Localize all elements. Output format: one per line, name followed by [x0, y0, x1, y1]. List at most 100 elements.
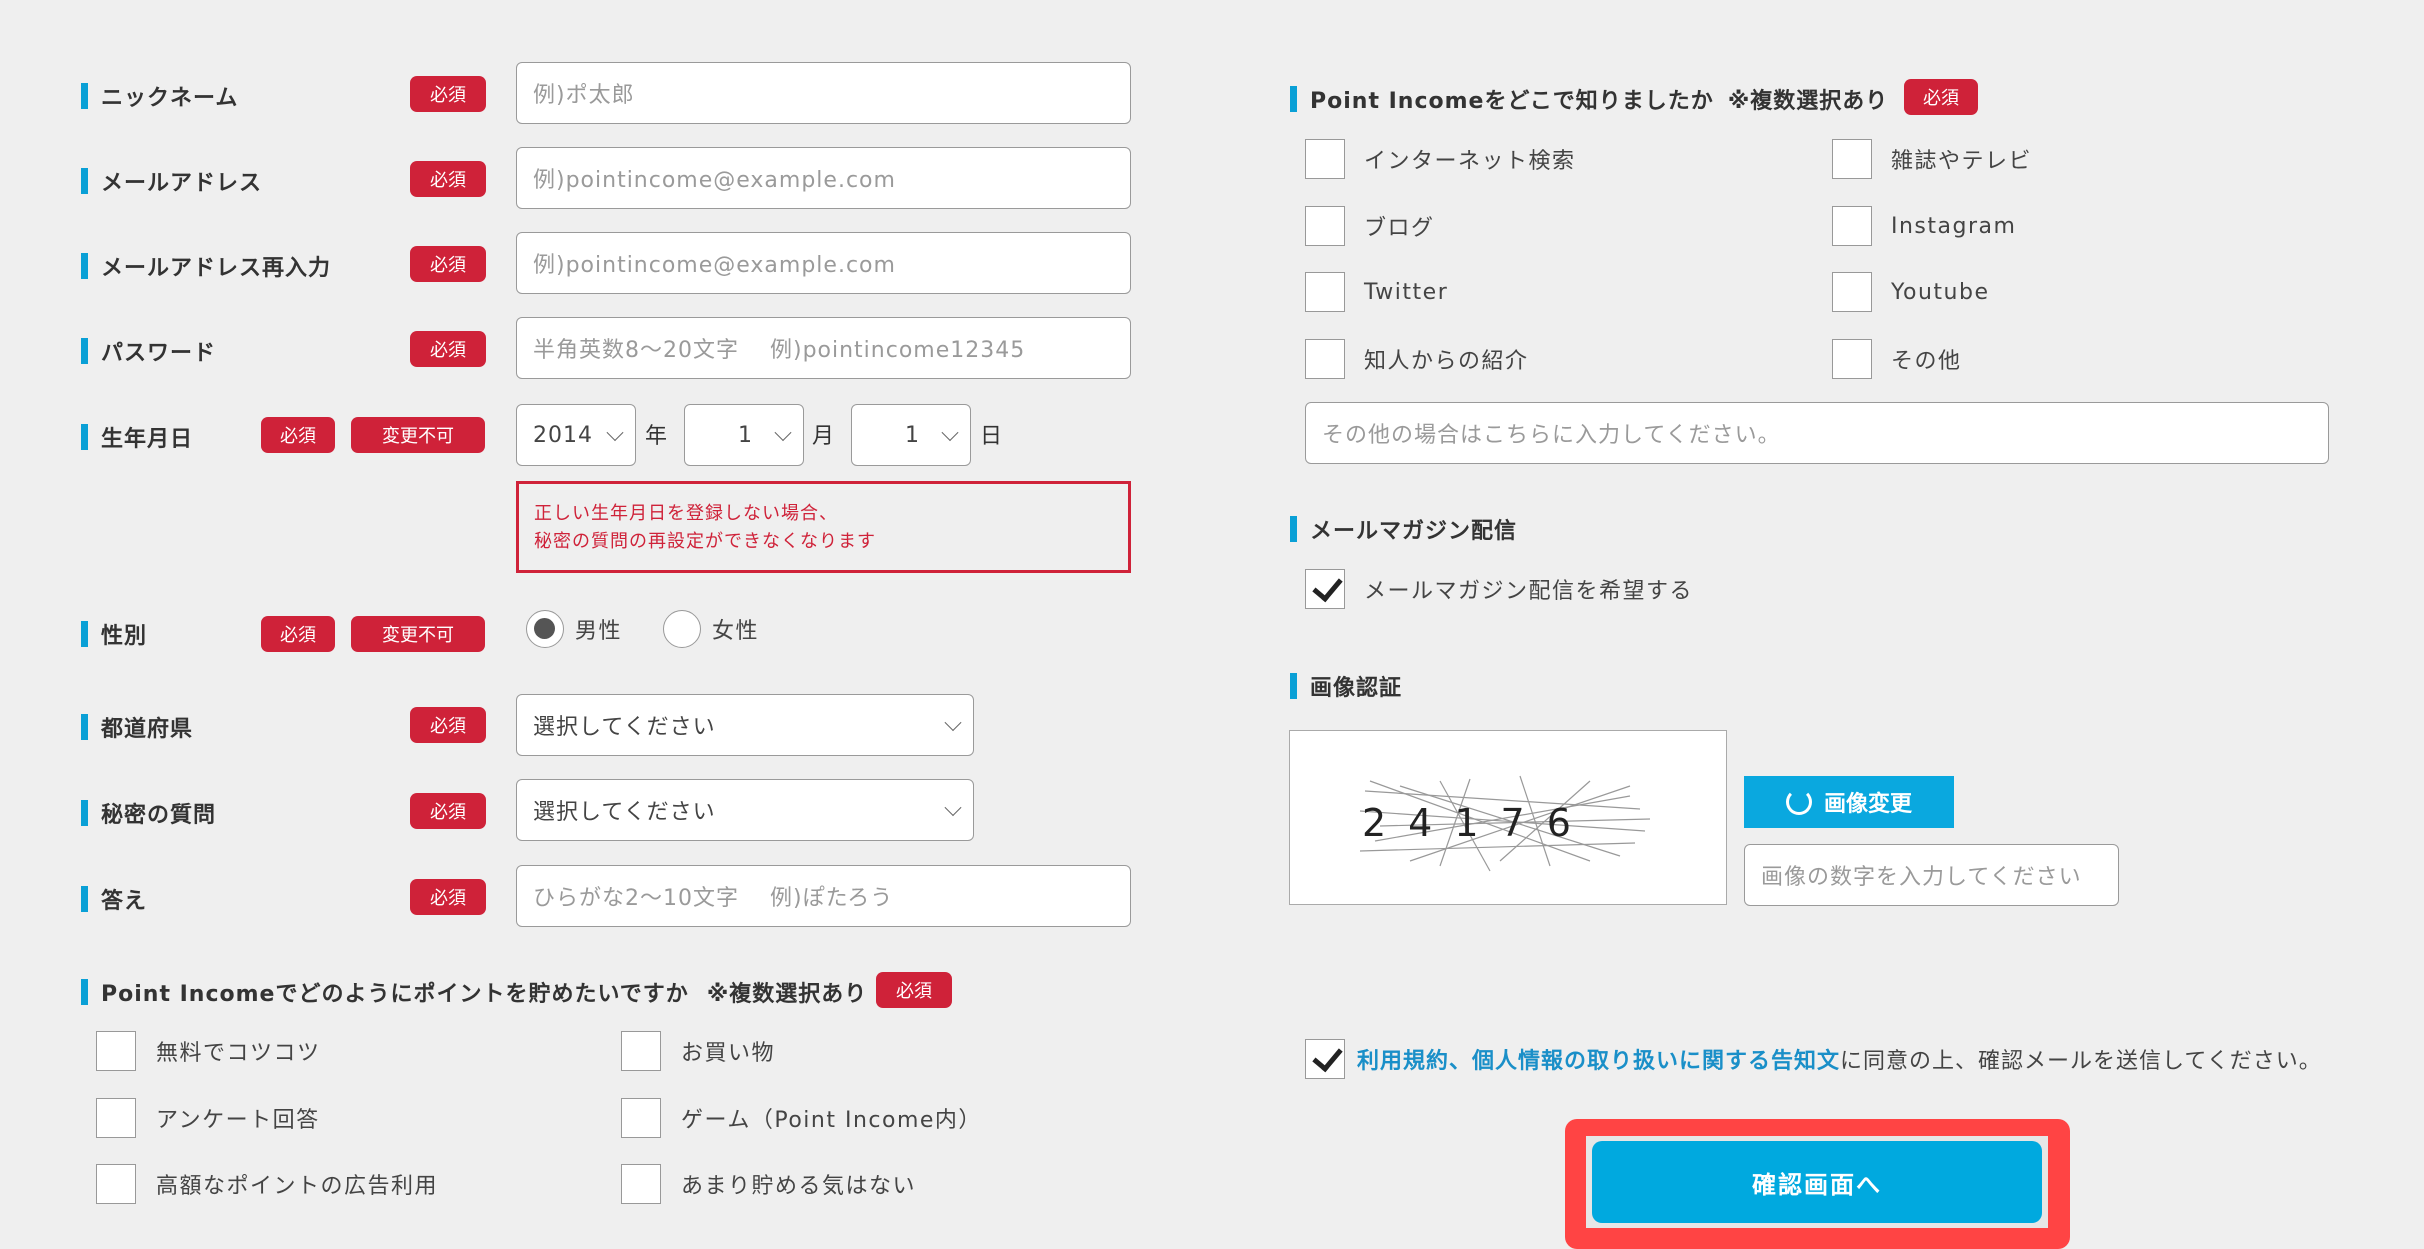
savings-option: ゲーム（Point Income内） — [681, 1108, 982, 1133]
source-option: 雑誌やテレビ — [1891, 149, 2033, 174]
source-option: ブログ — [1364, 216, 1435, 241]
source-checkbox[interactable] — [1832, 272, 1872, 312]
required-badge: 必須 — [261, 417, 335, 453]
submit-button[interactable]: 確認画面へ — [1592, 1141, 2042, 1223]
savings-label: Point Incomeでどのようにポイントを貯めたいですか ※複数選択あり — [81, 976, 867, 1008]
gender-female-label: 女性 — [712, 619, 760, 644]
birth-day-select[interactable]: 1 — [851, 404, 971, 466]
required-badge: 必須 — [410, 793, 486, 829]
label-bar — [81, 621, 88, 647]
secret-question-label: 秘密の質問 — [81, 797, 216, 829]
savings-checkbox[interactable] — [621, 1031, 661, 1071]
required-badge: 必須 — [410, 161, 486, 197]
terms-text: 利用規約、個人情報の取り扱いに関する告知文 に同意の上、確認メールを送信してくださ… — [1357, 1039, 2322, 1079]
newsletter-checkbox[interactable] — [1305, 569, 1345, 609]
label-bar — [81, 800, 88, 826]
email-input[interactable]: 例)pointincome@example.com — [516, 147, 1131, 209]
label-text: 答え — [101, 889, 148, 914]
required-badge: 必須 — [1904, 79, 1978, 115]
captcha-input[interactable]: 画像の数字を入力してください — [1744, 844, 2119, 906]
prefecture-value: 選択してください — [533, 715, 716, 740]
birth-year-select[interactable]: 2014 — [516, 404, 636, 466]
label-bar — [1290, 516, 1297, 542]
source-checkbox[interactable] — [1305, 272, 1345, 312]
required-badge: 必須 — [410, 331, 486, 367]
newsletter-option: メールマガジン配信を希望する — [1364, 579, 1694, 604]
terms-suffix: に同意の上、確認メールを送信してください。 — [1840, 1049, 2322, 1074]
label-bar — [1290, 86, 1297, 112]
label-text: 秘密の質問 — [101, 803, 217, 828]
savings-option: あまり貯める気はない — [681, 1174, 917, 1199]
password-input[interactable]: 半角英数8～20文字 例)pointincome12345 — [516, 317, 1131, 379]
chevron-down-icon — [774, 424, 792, 442]
label-bar — [81, 886, 88, 912]
newsletter-label: メールマガジン配信 — [1290, 513, 1517, 545]
source-other-input[interactable]: その他の場合はこちらに入力してください。 — [1305, 402, 2329, 464]
birth-month-select[interactable]: 1 — [684, 404, 804, 466]
label-bar — [81, 424, 88, 450]
savings-checkbox[interactable] — [96, 1164, 136, 1204]
label-text: 都道府県 — [101, 717, 194, 742]
gender-label: 性別 — [81, 618, 147, 650]
label-text: Point Incomeをどこで知りましたか — [1310, 89, 1714, 114]
label-text: メールアドレス — [101, 171, 263, 196]
answer-input[interactable]: ひらがな2～10文字 例)ぽたろう — [516, 865, 1131, 927]
secret-question-select[interactable]: 選択してください — [516, 779, 974, 841]
label-bar — [81, 338, 88, 364]
birth-year-value: 2014 — [533, 422, 593, 448]
multi-select-note: ※複数選択あり — [706, 982, 868, 1007]
email-confirm-input[interactable]: 例)pointincome@example.com — [516, 232, 1131, 294]
label-text: メールアドレス再入力 — [101, 256, 332, 281]
source-option: Youtube — [1891, 279, 1990, 305]
gender-female-radio[interactable] — [663, 610, 701, 648]
required-badge: 必須 — [410, 246, 486, 282]
refresh-icon — [1785, 789, 1812, 815]
chevron-down-icon — [606, 424, 624, 442]
radio-selected-dot — [534, 618, 555, 639]
source-checkbox[interactable] — [1305, 206, 1345, 246]
source-option: その他 — [1891, 349, 1962, 374]
warning-line: 秘密の質問の再設定ができなくなります — [534, 531, 876, 552]
savings-checkbox[interactable] — [621, 1098, 661, 1138]
source-option: Instagram — [1891, 213, 2017, 239]
email-label: メールアドレス — [81, 165, 262, 197]
refresh-label: 画像変更 — [1823, 792, 1912, 817]
nickname-input[interactable]: 例)ポ太郎 — [516, 62, 1131, 124]
source-option: インターネット検索 — [1364, 149, 1576, 174]
captcha-refresh-button[interactable]: 画像変更 — [1744, 776, 1954, 828]
savings-checkbox[interactable] — [621, 1164, 661, 1204]
nochange-badge: 変更不可 — [351, 417, 485, 453]
birth-month-value: 1 — [738, 422, 753, 448]
label-bar — [81, 83, 88, 109]
source-checkbox[interactable] — [1832, 206, 1872, 246]
savings-checkbox[interactable] — [96, 1031, 136, 1071]
source-checkbox[interactable] — [1832, 139, 1872, 179]
chevron-down-icon — [941, 424, 959, 442]
label-text: ニックネーム — [101, 86, 239, 111]
gender-male-radio[interactable] — [526, 610, 564, 648]
savings-option: アンケート回答 — [156, 1108, 320, 1133]
source-label: Point Incomeをどこで知りましたか ※複数選択あり — [1290, 83, 1888, 115]
terms-link[interactable]: 利用規約、個人情報の取り扱いに関する告知文 — [1357, 1043, 1840, 1075]
birthdate-warning: 正しい生年月日を登録しない場合、 秘密の質問の再設定ができなくなります — [516, 481, 1131, 573]
label-text: 画像認証 — [1310, 676, 1403, 701]
multi-select-note: ※複数選択あり — [1727, 89, 1889, 114]
checkmark-icon — [1312, 1040, 1343, 1073]
savings-checkbox[interactable] — [96, 1098, 136, 1138]
label-text: 性別 — [101, 624, 148, 649]
required-badge: 必須 — [410, 76, 486, 112]
source-checkbox[interactable] — [1305, 139, 1345, 179]
label-bar — [81, 714, 88, 740]
captcha-noise: 24176 — [1359, 775, 1651, 872]
required-badge: 必須 — [876, 972, 952, 1008]
label-bar — [81, 979, 88, 1005]
source-checkbox[interactable] — [1305, 339, 1345, 379]
prefecture-select[interactable]: 選択してください — [516, 694, 974, 756]
source-checkbox[interactable] — [1832, 339, 1872, 379]
savings-option: 高額なポイントの広告利用 — [156, 1174, 439, 1199]
label-bar — [81, 168, 88, 194]
email-confirm-label: メールアドレス再入力 — [81, 250, 331, 282]
terms-checkbox[interactable] — [1305, 1039, 1345, 1079]
label-text: Point Incomeでどのようにポイントを貯めたいですか — [101, 982, 689, 1007]
chevron-down-icon — [944, 714, 962, 732]
